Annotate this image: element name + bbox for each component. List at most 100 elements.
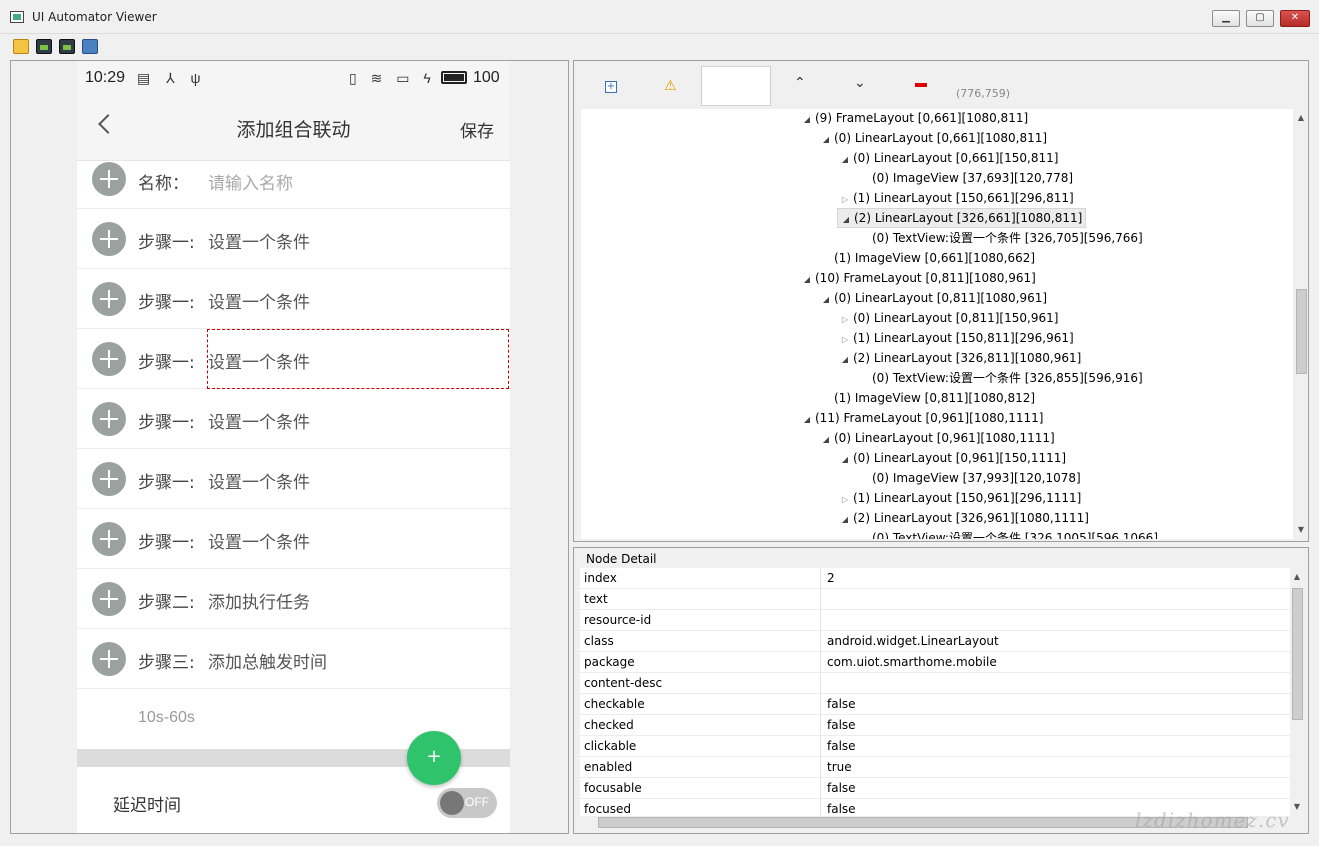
step-row[interactable]: 步骤三: 添加总触发时间 [77,629,510,689]
expanded-arrow-icon[interactable]: ◢ [837,510,853,530]
detail-row[interactable]: package com.uiot.smarthome.mobile [580,652,1290,673]
step-row[interactable]: 步骤一: 设置一个条件 [77,209,510,269]
tree-node[interactable]: (1) ImageView [0,811][1080,812] [818,388,1035,408]
tree-node[interactable]: (0) TextView:设置一个条件 [326,1005][596,1066] [856,528,1158,539]
hierarchy-tree[interactable]: ◢ (9) FrameLayout [0,661][1080,811] ◢ (0) L… [581,109,1293,539]
expanded-arrow-icon[interactable]: ◢ [837,450,853,470]
tree-node[interactable]: ◢ (0) LinearLayout [0,661][1080,811] [818,128,1047,148]
step-row[interactable]: 步骤一: 设置一个条件 [77,269,510,329]
screenshot-pane[interactable]: 10:29 ▤ ⅄ ψ ▯ ≋ ▭ ϟ 100 添加组合联动 保存 名称： 请输… [10,60,569,834]
tree-node[interactable]: (1) ImageView [0,661][1080,662] [818,248,1035,268]
plus-icon[interactable] [92,222,126,256]
warning-icon[interactable]: ⚠ [664,78,677,94]
tree-node[interactable]: ◢ (11) FrameLayout [0,961][1080,1111] [799,408,1044,430]
detail-row[interactable]: resource-id [580,610,1290,631]
detail-row[interactable]: focusable false [580,778,1290,799]
scroll-thumb[interactable] [1292,588,1303,720]
expand-all-icon[interactable]: + [605,81,617,93]
detail-row[interactable]: clickable false [580,736,1290,757]
name-row[interactable]: 名称： 请输入名称 [77,161,510,209]
maximize-button[interactable]: ▢ [1246,10,1274,27]
tree-node[interactable]: ◢ (9) FrameLayout [0,661][1080,811] [799,109,1028,128]
scroll-down-icon[interactable]: ▼ [1290,802,1304,811]
close-button[interactable]: ✕ [1280,10,1310,27]
plus-icon[interactable] [92,162,126,196]
expanded-arrow-icon[interactable]: ◢ [799,110,815,130]
detail-row[interactable]: checkable false [580,694,1290,715]
open-folder-icon[interactable] [13,39,29,54]
clear-search-icon[interactable] [915,83,927,87]
plus-icon[interactable] [92,642,126,676]
tree-node[interactable]: ◢ (2) LinearLayout [326,961][1080,1111] [837,508,1089,528]
tree-node[interactable]: (0) ImageView [37,693][120,778] [856,168,1073,188]
tree-node[interactable]: (0) TextView:设置一个条件 [326,705][596,766] [856,228,1143,248]
plus-icon[interactable] [92,582,126,616]
name-input[interactable]: 请输入名称 [208,169,293,194]
step-row[interactable]: 步骤一: 设置一个条件 [77,509,510,569]
detail-row[interactable]: enabled true [580,757,1290,778]
minimize-button[interactable]: ▁ [1212,10,1240,27]
scroll-thumb[interactable] [1296,289,1307,374]
tree-node[interactable]: ◢ (0) LinearLayout [0,961][1080,1111] [818,428,1055,448]
step-row[interactable]: 步骤二: 添加执行任务 [77,569,510,629]
step-value[interactable]: 添加执行任务 [208,588,310,613]
tree-node[interactable]: ◢ (0) LinearLayout [0,811][1080,961] [818,288,1047,308]
device-screenshot-icon[interactable] [36,39,52,54]
step-row[interactable]: 步骤一: 设置一个条件 [77,389,510,449]
expanded-arrow-icon[interactable]: ◢ [799,410,815,430]
detail-row[interactable]: index 2 [580,568,1290,589]
collapsed-arrow-icon[interactable]: ▷ [837,490,853,510]
step-value[interactable]: 设置一个条件 [208,528,310,553]
expanded-arrow-icon[interactable]: ◢ [818,130,834,150]
detail-row[interactable]: text [580,589,1290,610]
collapsed-arrow-icon[interactable]: ▷ [837,330,853,350]
tree-node[interactable]: ◢ (10) FrameLayout [0,811][1080,961] [799,268,1036,288]
detail-scrollbar[interactable]: ▲ ▼ [1290,568,1304,816]
expanded-arrow-icon[interactable]: ◢ [799,270,815,290]
detail-row[interactable]: content-desc [580,673,1290,694]
plus-icon[interactable] [92,342,126,376]
next-match-icon[interactable]: ⌄ [854,75,866,91]
plus-icon[interactable] [92,402,126,436]
expanded-arrow-icon[interactable]: ◢ [837,150,853,170]
step-value[interactable]: 设置一个条件 [208,408,310,433]
tree-node[interactable]: ▷ (1) LinearLayout [150,661][296,811] [837,188,1074,208]
collapsed-arrow-icon[interactable]: ▷ [837,190,853,210]
expanded-arrow-icon[interactable]: ◢ [818,430,834,450]
add-fab-button[interactable]: + [407,731,461,785]
tree-node[interactable]: ◢ (2) LinearLayout [326,811][1080,961] [837,348,1081,368]
scroll-down-icon[interactable]: ▼ [1294,525,1308,534]
search-input[interactable] [701,66,771,106]
tree-node[interactable]: (0) TextView:设置一个条件 [326,855][596,916] [856,368,1143,388]
scroll-up-icon[interactable]: ▲ [1290,572,1304,581]
node-detail-table[interactable]: index 2 text resource-id class android.widget… [580,568,1290,816]
delay-toggle[interactable]: OFF [437,788,497,818]
expanded-arrow-icon[interactable]: ◢ [838,211,854,229]
tree-node[interactable]: ▷ (1) LinearLayout [150,811][296,961] [837,328,1074,348]
tree-node[interactable]: ▷ (0) LinearLayout [0,811][150,961] [837,308,1059,330]
expanded-arrow-icon[interactable]: ◢ [837,350,853,370]
tree-scrollbar[interactable]: ▲ ▼ [1294,109,1308,539]
step-row[interactable]: 步骤一: 设置一个条件 [77,449,510,509]
expanded-arrow-icon[interactable]: ◢ [818,290,834,310]
save-button[interactable]: 保存 [460,117,494,142]
plus-icon[interactable] [92,522,126,556]
plus-icon[interactable] [92,462,126,496]
tree-node[interactable]: ◢ (0) LinearLayout [0,661][150,811] [837,148,1059,170]
detail-row[interactable]: class android.widget.LinearLayout [580,631,1290,652]
previous-match-icon[interactable]: ⌃ [794,75,806,91]
step-value[interactable]: 设置一个条件 [208,228,310,253]
tree-node[interactable]: ◢ (2) LinearLayout [326,661][1080,811] [837,208,1087,229]
scroll-up-icon[interactable]: ▲ [1294,113,1308,122]
collapsed-arrow-icon[interactable]: ▷ [837,310,853,330]
step-value[interactable]: 设置一个条件 [208,288,310,313]
plus-icon[interactable] [92,282,126,316]
save-icon[interactable] [82,39,98,54]
tree-node[interactable]: ◢ (0) LinearLayout [0,961][150,1111] [837,448,1066,468]
step-value[interactable]: 设置一个条件 [208,468,310,493]
tree-node[interactable]: ▷ (1) LinearLayout [150,961][296,1111] [837,488,1081,508]
device-screenshot-compressed-icon[interactable] [59,39,75,54]
detail-row[interactable]: checked false [580,715,1290,736]
device-screen[interactable]: 10:29 ▤ ⅄ ψ ▯ ≋ ▭ ϟ 100 添加组合联动 保存 名称： 请输… [77,61,510,833]
tree-node[interactable]: (0) ImageView [37,993][120,1078] [856,468,1081,488]
